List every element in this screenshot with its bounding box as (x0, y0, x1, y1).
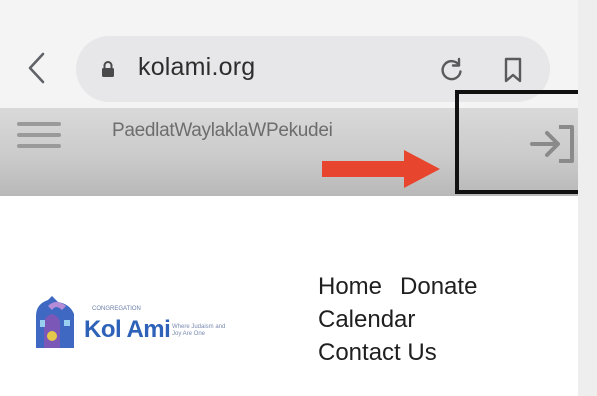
chevron-left-icon (28, 52, 45, 84)
red-annotation-arrow-icon (322, 150, 440, 188)
right-gutter (578, 0, 597, 396)
nav-contact-link[interactable]: Contact Us (318, 339, 437, 366)
site-navigation: Home Donate Calendar Contact Us (318, 270, 477, 369)
nav-home-link[interactable]: Home (318, 270, 382, 303)
header-overlapping-text: PaedlatWaylaklaWPekudei (112, 120, 333, 141)
mobile-browser-screen: kolami.org PaedlatWaylaklaWPekudei CONGR… (0, 0, 578, 396)
bookmark-icon[interactable] (501, 56, 525, 84)
logo-name: Kol Ami (84, 316, 171, 343)
nav-donate-link[interactable]: Donate (400, 270, 477, 303)
back-button[interactable] (22, 48, 52, 88)
sign-in-icon[interactable] (529, 122, 578, 166)
logo-tagline: Where Judaism and Joy Are One (172, 324, 226, 337)
login-highlight-box (455, 90, 578, 194)
logo-caption: CONGREGATION (92, 306, 141, 312)
nav-calendar-link[interactable]: Calendar (318, 306, 415, 333)
reload-icon[interactable] (438, 56, 466, 84)
hamburger-menu-icon[interactable] (17, 120, 61, 150)
kol-ami-logo[interactable]: CONGREGATION Kol Ami Where Judaism and J… (30, 290, 240, 352)
logo-emblem-icon (36, 296, 74, 348)
url-text[interactable]: kolami.org (138, 53, 255, 82)
lock-icon (102, 61, 114, 77)
